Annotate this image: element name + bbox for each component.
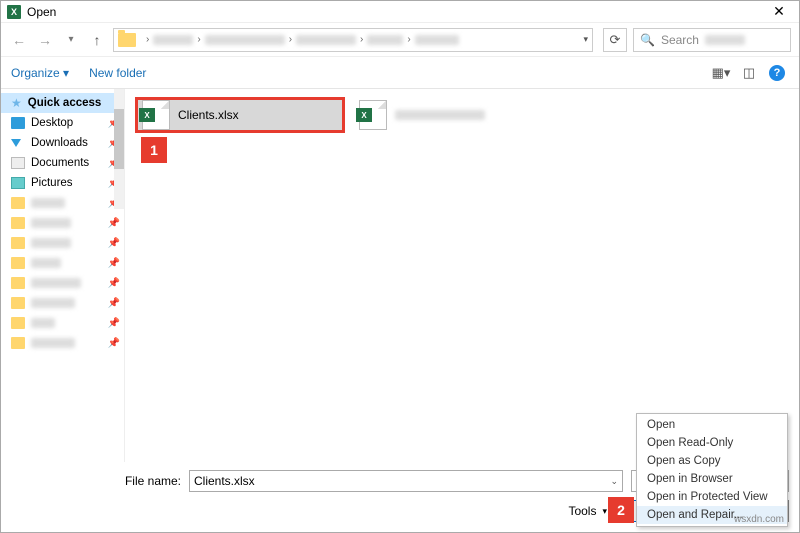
callout-1: 1 (141, 137, 167, 163)
pin-icon: 📌 (108, 278, 120, 289)
open-dropdown-menu: Open Open Read-Only Open as Copy Open in… (636, 413, 788, 527)
menu-open-in-browser[interactable]: Open in Browser (637, 470, 787, 488)
menu-open[interactable]: Open (637, 416, 787, 434)
download-icon (11, 137, 25, 149)
folder-icon (11, 337, 25, 349)
sidebar-item-folder[interactable]: 📌 (1, 193, 124, 213)
sidebar-item-desktop[interactable]: Desktop 📌 (1, 113, 124, 133)
folder-icon (11, 237, 25, 249)
folder-icon (118, 33, 136, 47)
star-icon: ★ (11, 96, 22, 110)
view-options-icon[interactable]: ▦▾ (709, 62, 733, 84)
pictures-icon (11, 177, 25, 189)
file-clients-xlsx[interactable]: X Clients.xlsx (135, 97, 345, 133)
search-input[interactable]: 🔍 Search (633, 28, 791, 52)
breadcrumb-segment[interactable] (367, 35, 403, 45)
sidebar-item-folder[interactable]: 📌 (1, 233, 124, 253)
search-placeholder: Search (661, 33, 699, 47)
file-item[interactable]: X (355, 97, 565, 133)
pin-icon: 📌 (108, 238, 120, 249)
sidebar-item-folder[interactable]: 📌 (1, 313, 124, 333)
excel-file-icon: X (142, 100, 170, 130)
pin-icon: 📌 (108, 318, 120, 329)
file-label (395, 110, 485, 120)
help-button[interactable]: ? (765, 62, 789, 84)
filename-label: File name: (11, 474, 181, 488)
desktop-icon (11, 117, 25, 129)
search-icon: 🔍 (640, 33, 655, 47)
file-label: Clients.xlsx (178, 108, 239, 122)
folder-icon (11, 197, 25, 209)
preview-pane-icon[interactable]: ◫ (737, 62, 761, 84)
tools-button[interactable]: Tools▾ (568, 504, 607, 518)
window-title: Open (27, 5, 56, 19)
chevron-down-icon[interactable]: ⌄ (610, 476, 618, 487)
breadcrumb-segment[interactable] (296, 35, 356, 45)
menu-open-protected-view[interactable]: Open in Protected View (637, 488, 787, 506)
sidebar: ★ Quick access Desktop 📌 Downloads 📌 Doc… (1, 89, 125, 462)
sidebar-item-pictures[interactable]: Pictures 📌 (1, 173, 124, 193)
sidebar-item-quick-access[interactable]: ★ Quick access (1, 93, 124, 113)
sidebar-item-folder[interactable]: 📌 (1, 333, 124, 353)
sidebar-item-downloads[interactable]: Downloads 📌 (1, 133, 124, 153)
folder-icon (11, 257, 25, 269)
folder-icon (11, 297, 25, 309)
recent-chevron-icon[interactable]: ▾ (61, 30, 81, 50)
addr-dropdown-icon[interactable]: ▾ (583, 34, 588, 45)
menu-open-as-copy[interactable]: Open as Copy (637, 452, 787, 470)
sidebar-item-documents[interactable]: Documents 📌 (1, 153, 124, 173)
pin-icon: 📌 (108, 258, 120, 269)
folder-icon (11, 317, 25, 329)
document-icon (11, 157, 25, 169)
folder-icon (11, 277, 25, 289)
filename-input[interactable]: Clients.xlsx ⌄ (189, 470, 623, 492)
breadcrumb-chevron-icon: › (146, 34, 149, 45)
sidebar-item-folder[interactable]: 📌 (1, 253, 124, 273)
back-arrow-icon[interactable]: ← (9, 30, 29, 50)
organize-button[interactable]: Organize ▾ (11, 66, 69, 80)
excel-app-icon: X (7, 5, 21, 19)
file-pane[interactable]: X Clients.xlsx X 1 (125, 89, 799, 462)
breadcrumb-segment[interactable] (415, 35, 459, 45)
pin-icon: 📌 (108, 218, 120, 229)
folder-icon (11, 217, 25, 229)
scrollbar[interactable] (114, 89, 124, 209)
close-button[interactable]: ✕ (759, 1, 799, 23)
watermark: wsxdn.com (734, 514, 784, 525)
excel-file-icon: X (359, 100, 387, 130)
up-arrow-icon[interactable]: ↑ (87, 30, 107, 50)
refresh-button[interactable]: ⟳ (603, 28, 627, 52)
callout-2: 2 (608, 497, 634, 523)
sidebar-item-folder[interactable]: 📌 (1, 293, 124, 313)
breadcrumb-segment[interactable] (205, 35, 285, 45)
pin-icon: 📌 (108, 338, 120, 349)
address-bar[interactable]: › › › › › ▾ (113, 28, 593, 52)
forward-arrow-icon: → (35, 30, 55, 50)
sidebar-item-folder[interactable]: 📌 (1, 273, 124, 293)
pin-icon: 📌 (108, 298, 120, 309)
breadcrumb-segment[interactable] (153, 35, 193, 45)
sidebar-item-folder[interactable]: 📌 (1, 213, 124, 233)
menu-open-read-only[interactable]: Open Read-Only (637, 434, 787, 452)
new-folder-button[interactable]: New folder (89, 66, 146, 80)
